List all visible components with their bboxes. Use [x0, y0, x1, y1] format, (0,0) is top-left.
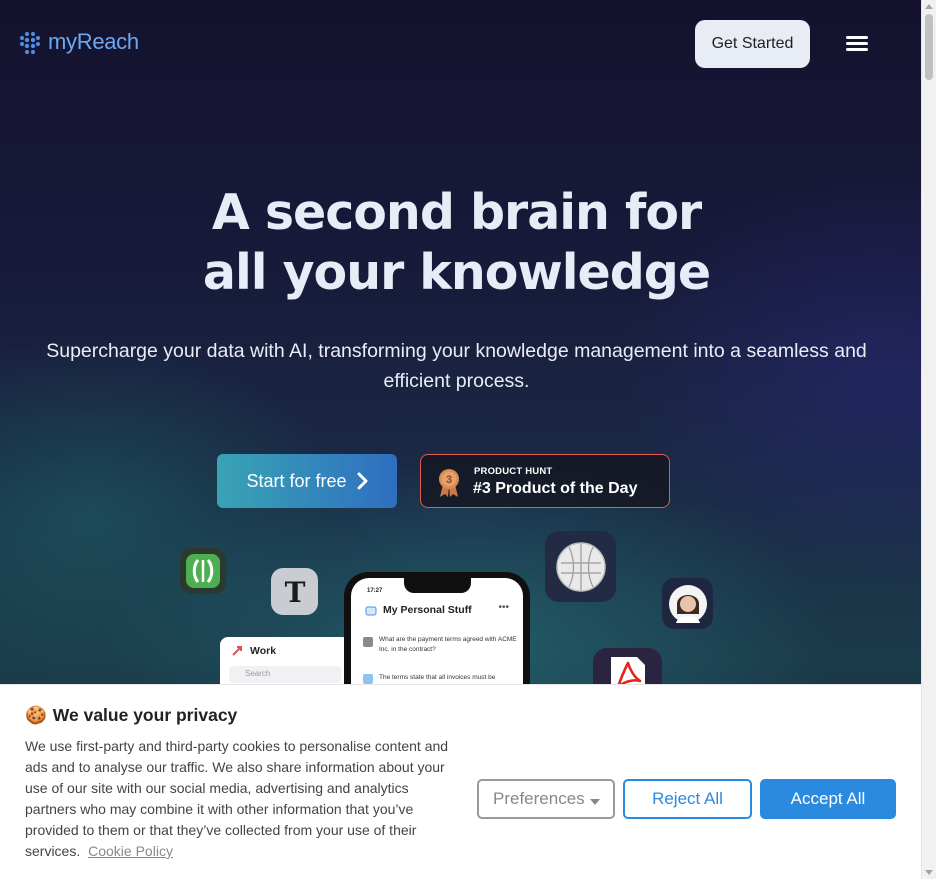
phone-menu: ••• [498, 602, 509, 613]
product-hunt-badge[interactable]: 3 PRODUCT HUNT #3 Product of the Day [420, 454, 670, 508]
ai-avatar-icon [363, 674, 373, 684]
chevron-right-icon [357, 472, 368, 490]
cookie-banner: 🍪 We value your privacy We use first-par… [0, 684, 921, 880]
medal-icon: 3 [439, 469, 459, 497]
fork-knife-icon [180, 548, 226, 594]
get-started-button[interactable]: Get Started [695, 20, 810, 68]
headline-line-1: A second brain for [211, 184, 702, 241]
start-for-free-label: Start for free [246, 470, 347, 491]
phone-title: My Personal Stuff [383, 604, 472, 616]
phone-question: What are the payment terms agreed with A… [379, 636, 517, 653]
cookie-title-text: We value your privacy [52, 705, 238, 725]
cookie-title: 🍪 We value your privacy [25, 705, 237, 726]
headline-line-2: all your knowledge [202, 244, 711, 301]
logo-text: myReach [48, 29, 139, 54]
rocket-icon [232, 646, 242, 656]
start-for-free-button[interactable]: Start for free [217, 454, 397, 508]
svg-text:T: T [284, 576, 305, 608]
hero-subhead: Supercharge your data with AI, transform… [46, 340, 867, 392]
phone-notch [404, 578, 471, 593]
caret-down-icon [590, 799, 600, 805]
cookie-policy-link[interactable]: Cookie Policy [88, 843, 173, 859]
cookie-description-text: We use first-party and third-party cooki… [25, 738, 449, 859]
logo-mark-icon [20, 32, 40, 54]
phone-time: 17:27 [367, 588, 383, 594]
user-avatar-icon [363, 637, 373, 647]
logo[interactable]: myReach [18, 28, 139, 56]
nyt-logo-icon: T [271, 568, 318, 615]
product-hunt-kicker: PRODUCT HUNT [474, 466, 553, 477]
avatar-icon [662, 578, 713, 629]
cookie-icon: 🍪 [25, 705, 47, 725]
preferences-label: Preferences [493, 789, 585, 808]
phone-answer: The terms state that all invoices must b… [379, 674, 496, 681]
scroll-thumb[interactable] [925, 14, 933, 80]
preferences-dropdown[interactable]: Preferences [477, 779, 615, 819]
work-title: Work [250, 645, 277, 657]
page-title: A second brain for all your knowledge [0, 183, 913, 303]
cookie-description: We use first-party and third-party cooki… [25, 736, 457, 862]
scrollbar[interactable] [921, 0, 936, 879]
box-icon [365, 606, 377, 616]
scroll-down-arrow-icon[interactable] [925, 870, 933, 875]
product-hunt-title: #3 Product of the Day [473, 480, 638, 497]
medal-number: 3 [446, 474, 452, 486]
hamburger-icon[interactable] [846, 36, 868, 54]
scroll-up-arrow-icon[interactable] [925, 4, 933, 9]
work-search-input: Search [229, 666, 341, 683]
wikipedia-globe-icon [545, 531, 616, 602]
accept-all-button[interactable]: Accept All [760, 779, 896, 819]
reject-all-button[interactable]: Reject All [623, 779, 752, 819]
